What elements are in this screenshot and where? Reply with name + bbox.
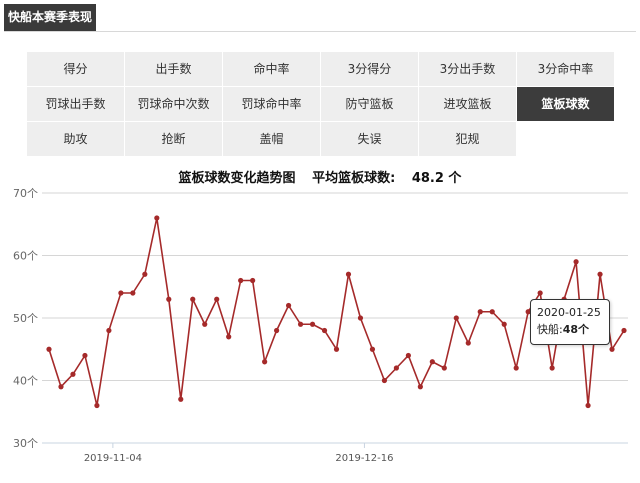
data-point [513,365,519,371]
data-point [118,290,124,296]
tooltip-value: 48个 [562,323,590,336]
data-point [537,290,543,296]
data-point [477,309,483,315]
data-point [82,352,88,359]
data-point [309,321,316,327]
tooltip-team: 快船: [537,323,563,336]
tooltip-value-row: 快船:48个 [537,321,603,338]
data-point [262,359,268,365]
data-point [250,277,256,284]
data-point [405,352,411,359]
data-point [489,309,495,315]
data-point [585,402,591,409]
data-point [190,296,196,302]
data-point [297,321,304,327]
data-point [214,296,220,302]
y-tick-label: 60个 [13,250,38,263]
y-tick-label: 70个 [13,187,38,200]
data-point [393,365,399,371]
data-point [465,340,471,346]
data-point [178,396,184,402]
data-point [226,334,232,340]
data-point [609,346,615,352]
data-point [429,359,435,365]
data-point [46,346,52,352]
data-point [70,371,76,377]
data-point [94,402,100,409]
data-point [202,321,208,327]
tooltip-date: 2020-01-25 [537,306,601,319]
data-point [501,321,507,327]
data-point [285,302,292,309]
data-point [417,384,423,390]
data-point [274,327,280,334]
rebounds-line-chart[interactable]: 30个 40个 50个 60个 70个 2019-11-04 2019-12-16 [0,0,640,483]
data-point [621,327,627,334]
data-point [142,271,148,277]
data-point [369,346,376,352]
data-point [238,277,244,284]
x-tick-label: 2019-11-04 [84,453,142,464]
data-point [357,315,364,321]
y-tick-label: 40个 [13,375,38,388]
chart-tooltip: 2020-01-25 快船:48个 [530,299,610,345]
data-point [58,384,64,390]
x-tick-label: 2019-12-16 [335,453,393,464]
data-point [345,271,352,277]
data-point [333,346,340,352]
y-tick-label: 50个 [13,312,38,325]
data-point [106,327,112,334]
data-point [154,215,160,221]
y-tick-label: 30个 [13,437,38,450]
data-point [453,315,459,321]
data-point [381,377,388,384]
data-point [166,296,172,302]
data-point [130,290,136,296]
data-point [321,327,328,334]
data-point [597,271,603,277]
data-point [573,259,579,265]
data-point [441,365,447,371]
data-point [549,365,555,371]
